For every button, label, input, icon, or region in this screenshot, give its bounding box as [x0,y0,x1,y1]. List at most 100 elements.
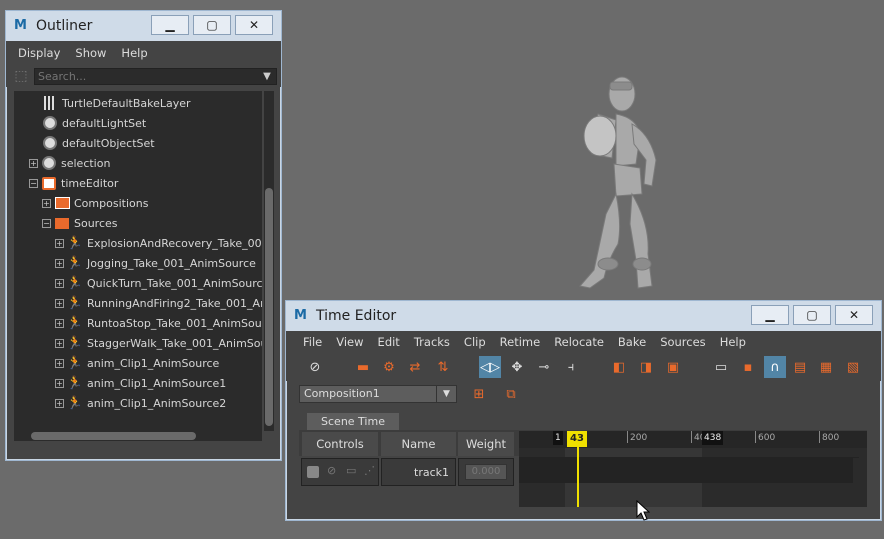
expand-icon[interactable]: + [55,258,64,268]
tree-item[interactable]: − timeEditor [29,173,118,193]
track-enable-toggle[interactable] [307,466,319,478]
close-button[interactable]: ✕ [235,15,273,35]
outliner-horizontal-scrollbar[interactable] [14,431,262,441]
filter-icon[interactable]: ⬚ [12,67,30,85]
loop-icon[interactable]: ▭ [710,356,732,378]
hold-icon[interactable]: ▣ [662,356,684,378]
composition-select[interactable]: Composition1 ▼ [299,385,457,403]
tree-item[interactable]: + 🏃 anim_Clip1_AnimSource [55,353,219,373]
trim-tool-icon[interactable]: ◁▷ [479,356,501,378]
group-icon[interactable]: ⇄ [404,356,426,378]
tree-item[interactable]: + 🏃 RuntoaStop_Take_001_AnimSourc [55,313,262,333]
menu-sources[interactable]: Sources [653,335,713,349]
set-icon [42,156,56,170]
expand-icon[interactable]: + [55,238,64,248]
split-icon[interactable]: ⊸ [533,356,555,378]
maximize-button[interactable]: ▢ [193,15,231,35]
tree-item[interactable]: defaultObjectSet [42,133,155,153]
tree-item[interactable]: + 🏃 Jogging_Take_001_AnimSource [55,253,256,273]
camera-sequencer-icon[interactable]: ▧ [842,356,864,378]
ungroup-icon[interactable]: ⇅ [432,356,454,378]
tree-item[interactable]: + 🏃 anim_Clip1_AnimSource1 [55,373,226,393]
menu-edit[interactable]: Edit [371,335,407,349]
expand-icon[interactable]: + [55,318,64,328]
tree-item[interactable]: + 🏃 QuickTurn_Take_001_AnimSource [55,273,262,293]
time-editor-titlebar[interactable]: M Time Editor ▁ ▢ ✕ [286,301,881,331]
time-editor-window[interactable]: M Time Editor ▁ ▢ ✕ File View Edit Track… [285,300,882,521]
expand-icon[interactable]: + [55,358,64,368]
collapse-icon[interactable]: − [29,178,38,188]
search-dropdown-icon[interactable]: ▼ [259,71,275,82]
menu-help[interactable]: Help [713,335,753,349]
character-model[interactable] [560,74,670,299]
mute-icon[interactable]: ⊘ [304,356,326,378]
tree-item[interactable]: + 🏃 ExplosionAndRecovery_Take_001_ [55,233,262,253]
tree-item[interactable]: + Compositions [42,193,148,213]
solo-icon[interactable]: ⋰ [364,464,375,477]
expand-icon[interactable]: + [55,298,64,308]
tree-item[interactable]: + selection [29,153,110,173]
tree-item[interactable]: + 🏃 anim_Clip1_AnimSource2 [55,393,226,413]
graph-editor-icon[interactable]: ▤ [789,356,811,378]
move-tool-icon[interactable]: ✥ [506,356,528,378]
track-weight-field[interactable]: 0.000 [465,464,507,480]
close-button[interactable]: ✕ [835,305,873,325]
minimize-button[interactable]: ▁ [751,305,789,325]
tree-item[interactable]: − Sources [42,213,118,233]
menu-view[interactable]: View [329,335,370,349]
menu-retime[interactable]: Retime [493,335,548,349]
outliner-window[interactable]: M Outliner ▁ ▢ ✕ Display Show Help ⬚ ▼ T… [5,10,282,461]
scroll-thumb[interactable] [31,432,196,440]
blend-icon[interactable]: ◨ [635,356,657,378]
add-clip-icon[interactable]: ▬ [352,356,374,378]
timeline-area[interactable]: 200 400 600 800 1 438 43 [519,431,867,507]
range-start-marker[interactable]: 1 [553,431,563,445]
dope-sheet-icon[interactable]: ▦ [815,356,837,378]
tree-item[interactable]: + 🏃 RunningAndFiring2_Take_001_An [55,293,262,313]
mute-icon[interactable]: ⊘ [327,464,336,477]
track-lane[interactable] [519,457,859,483]
outliner-titlebar[interactable]: M Outliner ▁ ▢ ✕ [6,11,281,41]
track-name-cell[interactable]: track1 [381,458,456,486]
search-row: ⬚ ▼ [6,65,281,87]
relocate-icon[interactable]: ▪ [737,356,759,378]
expand-icon[interactable]: + [42,198,51,208]
tree-item[interactable]: + 🏃 StaggerWalk_Take_001_AnimSour [55,333,262,353]
duplicate-composition-icon[interactable]: ⧉ [500,383,522,405]
maximize-button[interactable]: ▢ [793,305,831,325]
menu-help[interactable]: Help [115,46,156,60]
menu-clip[interactable]: Clip [457,335,493,349]
crossfade-icon[interactable]: ◧ [608,356,630,378]
menu-show[interactable]: Show [69,46,115,60]
collapse-icon[interactable]: − [42,218,51,228]
minimize-button[interactable]: ▁ [151,15,189,35]
snap-icon[interactable]: ∩ [764,356,786,378]
menu-file[interactable]: File [296,335,329,349]
expand-icon[interactable]: + [55,278,64,288]
outliner-tree: TurtleDefaultBakeLayer defaultLightSet d… [14,91,262,431]
cut-icon[interactable]: ⫞ [560,356,582,378]
search-input[interactable] [34,67,277,85]
expand-icon[interactable]: + [29,158,38,168]
outliner-vertical-scrollbar[interactable] [264,91,274,431]
range-end-marker[interactable]: 438 [702,431,724,445]
menu-bake[interactable]: Bake [611,335,653,349]
tab-scene-time[interactable]: Scene Time [307,413,399,430]
tree-item[interactable]: TurtleDefaultBakeLayer [42,93,191,113]
expand-icon[interactable]: + [55,378,64,388]
menu-relocate[interactable]: Relocate [547,335,611,349]
track-vertical-scrollbar[interactable] [853,458,863,506]
menu-display[interactable]: Display [12,46,69,60]
anim-source-icon: 🏃 [66,295,84,311]
menu-tracks[interactable]: Tracks [407,335,457,349]
new-composition-icon[interactable]: ⊞ [468,383,490,405]
set-icon [43,136,57,150]
chevron-down-icon[interactable]: ▼ [436,386,456,402]
expand-icon[interactable]: + [55,398,64,408]
tree-item[interactable]: defaultLightSet [42,113,146,133]
expand-icon[interactable]: + [55,338,64,348]
add-anim-icon[interactable]: ⚙ [378,356,400,378]
current-frame-label[interactable]: 43 [567,431,587,447]
scroll-thumb[interactable] [265,188,273,426]
lock-icon[interactable]: ▭ [346,464,356,477]
